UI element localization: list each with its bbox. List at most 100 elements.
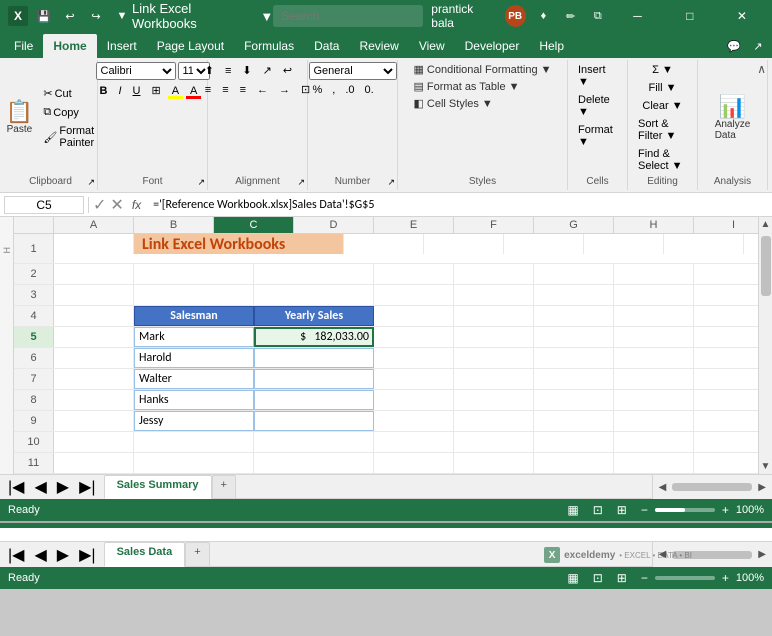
clear-button[interactable]: Clear ▼ xyxy=(638,98,686,114)
sheet-prev-btn[interactable]: ◀ xyxy=(30,475,50,499)
cell-h4[interactable] xyxy=(694,306,758,326)
bottom-sheet-first-btn[interactable]: |◀ xyxy=(4,543,28,567)
col-header-g[interactable]: G xyxy=(534,217,614,233)
cell-c7[interactable] xyxy=(254,369,374,389)
cell-b6[interactable]: Harold xyxy=(134,348,254,368)
cell-a7[interactable] xyxy=(54,369,134,389)
sheet-first-btn[interactable]: |◀ xyxy=(4,475,28,499)
cell-h7[interactable] xyxy=(694,369,758,389)
col-header-d[interactable]: D xyxy=(294,217,374,233)
ribbon-collapse-btn[interactable]: ∧ xyxy=(757,62,766,76)
copy-button[interactable]: ⧉ Copy xyxy=(39,104,99,121)
tab-home[interactable]: Home xyxy=(43,34,96,58)
tab-data[interactable]: Data xyxy=(304,34,349,58)
cell-d3[interactable] xyxy=(374,285,454,305)
cell-g4[interactable] xyxy=(614,306,694,326)
clipboard-expand[interactable]: ↗ xyxy=(87,177,95,188)
paste-button[interactable]: 📋 Paste xyxy=(1,98,37,138)
cell-d10[interactable] xyxy=(374,432,454,452)
cell-g10[interactable] xyxy=(614,432,694,452)
cell-f11[interactable] xyxy=(534,453,614,473)
cell-e6[interactable] xyxy=(454,348,534,368)
search-input[interactable] xyxy=(273,5,423,27)
scroll-down-btn[interactable]: ▼ xyxy=(759,459,772,474)
percent-button[interactable]: % xyxy=(309,82,327,98)
redo-btn[interactable]: ↪ xyxy=(86,6,106,26)
row-header-8[interactable]: 8 xyxy=(14,390,54,410)
cell-g11[interactable] xyxy=(614,453,694,473)
cell-reference-input[interactable] xyxy=(4,196,84,214)
bottom-sheet-last-btn[interactable]: ▶| xyxy=(75,543,99,567)
align-left-button[interactable]: ≡ xyxy=(201,81,215,98)
cell-d6[interactable] xyxy=(374,348,454,368)
cell-b11[interactable] xyxy=(134,453,254,473)
cell-h5[interactable] xyxy=(694,327,758,347)
tab-insert[interactable]: Insert xyxy=(97,34,147,58)
row-header-3[interactable]: 3 xyxy=(14,285,54,305)
row-header-2[interactable]: 2 xyxy=(14,264,54,284)
cell-e5[interactable] xyxy=(454,327,534,347)
cell-d9[interactable] xyxy=(374,411,454,431)
cell-d5[interactable] xyxy=(374,327,454,347)
font-family-select[interactable]: Calibri xyxy=(96,62,176,80)
row-header-7[interactable]: 7 xyxy=(14,369,54,389)
cell-b3[interactable] xyxy=(134,285,254,305)
cell-a8[interactable] xyxy=(54,390,134,410)
cell-f10[interactable] xyxy=(534,432,614,452)
fill-button[interactable]: Fill ▼ xyxy=(645,80,681,96)
cell-d1[interactable] xyxy=(344,234,424,254)
indent-decrease-button[interactable]: ← xyxy=(253,81,272,98)
restore-icon[interactable]: ⧉ xyxy=(588,6,607,26)
normal-view-btn[interactable]: ▦ xyxy=(564,502,581,518)
sheet-tab-sales-summary[interactable]: Sales Summary xyxy=(104,475,212,499)
cell-c6[interactable] xyxy=(254,348,374,368)
undo-btn[interactable]: ↩ xyxy=(60,6,80,26)
cell-g5[interactable] xyxy=(614,327,694,347)
border-button[interactable]: ⊞ xyxy=(147,82,164,99)
bottom-zoom-out[interactable]: − xyxy=(638,570,651,586)
cell-g1[interactable] xyxy=(584,234,664,254)
bottom-sheet-tab-sales-data[interactable]: Sales Data xyxy=(104,542,186,567)
diamond-icon[interactable]: ♦ xyxy=(534,6,553,26)
cell-g2[interactable] xyxy=(614,264,694,284)
cell-g3[interactable] xyxy=(614,285,694,305)
cut-button[interactable]: ✂ Cut xyxy=(39,85,99,102)
decrease-decimal-button[interactable]: 0. xyxy=(361,82,378,98)
bold-button[interactable]: B xyxy=(96,83,112,99)
text-angle-button[interactable]: ↗ xyxy=(259,62,276,79)
cell-e1[interactable] xyxy=(424,234,504,254)
customize-btn[interactable]: ▼ xyxy=(112,6,132,26)
sheet-next-btn[interactable]: ▶ xyxy=(53,475,73,499)
align-bottom-button[interactable]: ⬇ xyxy=(238,62,255,79)
cell-c4[interactable]: Yearly Sales xyxy=(254,306,374,326)
number-expand[interactable]: ↗ xyxy=(387,177,395,188)
col-header-e[interactable]: E xyxy=(374,217,454,233)
cell-a4[interactable] xyxy=(54,306,134,326)
cell-h9[interactable] xyxy=(694,411,758,431)
maximize-btn[interactable]: □ xyxy=(668,0,712,32)
bottom-zoom-slider[interactable] xyxy=(655,576,715,580)
share-btn[interactable]: ↗ xyxy=(748,36,768,56)
row-header-6[interactable]: 6 xyxy=(14,348,54,368)
underline-button[interactable]: U xyxy=(129,83,145,99)
row-header-9[interactable]: 9 xyxy=(14,411,54,431)
cell-a11[interactable] xyxy=(54,453,134,473)
scroll-thumb[interactable] xyxy=(761,236,771,296)
page-layout-view-btn[interactable]: ⊡ xyxy=(590,502,606,518)
minimize-btn[interactable]: ─ xyxy=(615,0,659,32)
zoom-in-btn[interactable]: + xyxy=(719,502,732,518)
scroll-right-btn[interactable]: ▶ xyxy=(756,480,768,495)
align-middle-button[interactable]: ≡ xyxy=(221,62,235,79)
cell-h1[interactable] xyxy=(664,234,744,254)
tab-page-layout[interactable]: Page Layout xyxy=(147,34,234,58)
cell-f2[interactable] xyxy=(534,264,614,284)
cell-f7[interactable] xyxy=(534,369,614,389)
row-header-10[interactable]: 10 xyxy=(14,432,54,452)
cell-g8[interactable] xyxy=(614,390,694,410)
insert-cells-button[interactable]: Insert ▼ xyxy=(574,62,621,90)
tab-view[interactable]: View xyxy=(409,34,455,58)
cell-e7[interactable] xyxy=(454,369,534,389)
cell-e8[interactable] xyxy=(454,390,534,410)
cell-a10[interactable] xyxy=(54,432,134,452)
cell-g9[interactable] xyxy=(614,411,694,431)
